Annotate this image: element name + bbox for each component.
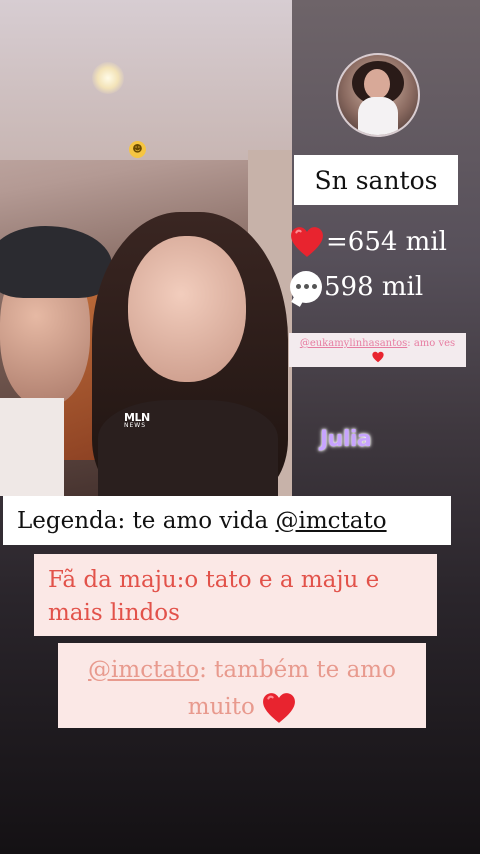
ceiling-light (92, 62, 124, 94)
avatar-top (358, 97, 398, 135)
caption-text: Legenda: te amo vida (17, 507, 276, 534)
heart-icon (371, 351, 384, 362)
video-frame[interactable]: ☻ MLN NEWS (0, 0, 292, 496)
watermark-bottom: NEWS (124, 422, 147, 429)
shirt (0, 398, 64, 496)
cap (0, 226, 112, 298)
comments-stat: 598 mil (290, 267, 423, 307)
fan-comment-text: Fã da maju:o tato e a maju e mais lindos (48, 567, 380, 626)
reply-box: @imctato: também te amo muito (58, 643, 426, 728)
ceiling (0, 0, 292, 160)
fan-comment-box: Fã da maju:o tato e a maju e mais lindos (34, 554, 437, 636)
smiley-emoji-icon: ☻ (129, 141, 146, 158)
heart-icon (263, 693, 296, 723)
small-comment-card: @eukamylinhasantos: amo ves (289, 333, 466, 367)
caption-mention[interactable]: @imctato (275, 508, 386, 534)
avatar[interactable] (336, 53, 420, 137)
person-main (128, 236, 246, 382)
small-comment-text: : amo ves (407, 338, 456, 349)
heart-icon (291, 227, 323, 257)
comment-bubble-icon (290, 271, 322, 303)
story-screen: ☻ MLN NEWS Sn santos =654 mil 598 mil @e… (0, 0, 480, 854)
likes-count: =654 mil (326, 227, 447, 257)
likes-stat: =654 mil (290, 222, 447, 262)
profile-name[interactable]: Sn santos (294, 155, 458, 205)
avatar-face (364, 69, 390, 99)
reply-user[interactable]: @imctato (88, 657, 199, 683)
small-comment-user[interactable]: @eukamylinhasantos (300, 338, 407, 349)
comments-count: 598 mil (324, 272, 424, 302)
caption-box: Legenda: te amo vida @imctato (3, 496, 451, 545)
name-sticker: Julia (320, 427, 372, 452)
watermark: MLN NEWS (124, 411, 150, 429)
